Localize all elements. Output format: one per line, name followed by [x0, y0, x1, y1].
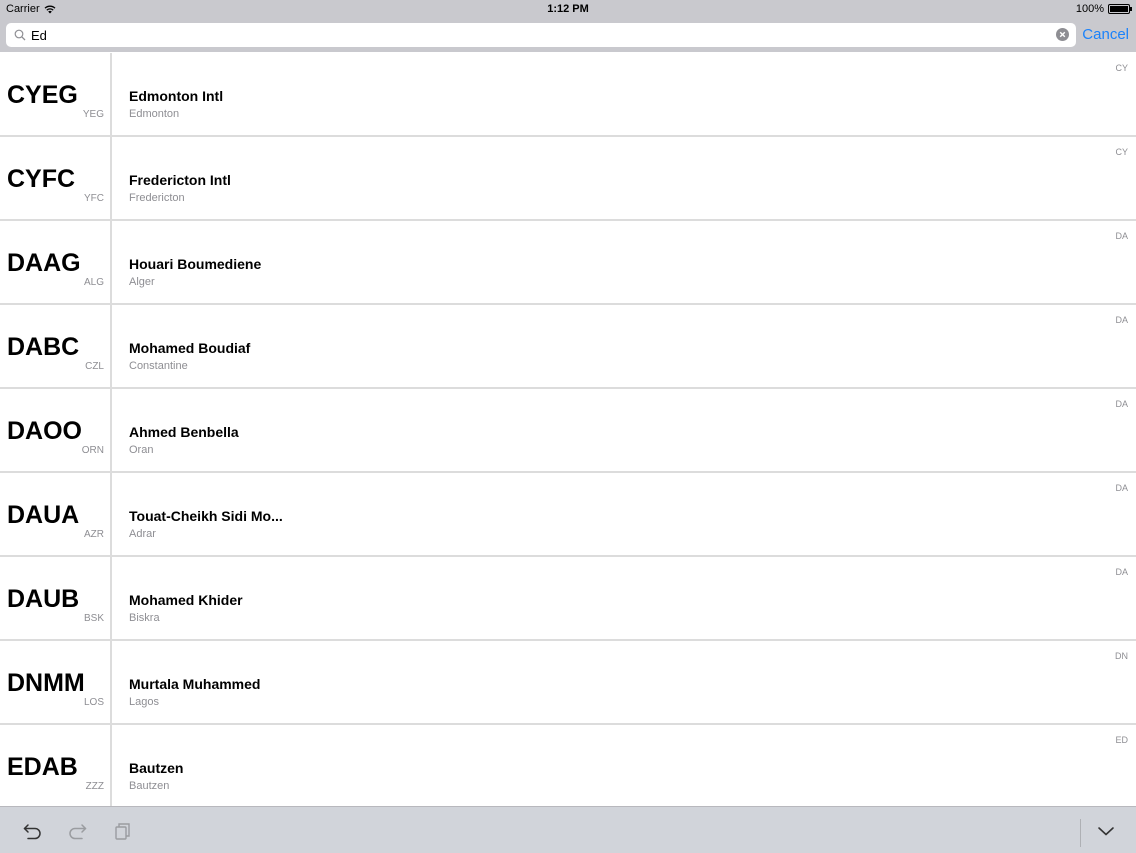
airport-city: Biskra: [129, 612, 160, 624]
airport-city: Constantine: [129, 360, 188, 372]
airport-name: Murtala Muhammed: [129, 676, 261, 692]
airport-name: Bautzen: [129, 760, 184, 776]
battery-icon: [1108, 4, 1132, 14]
airport-row[interactable]: DAAG ALG Houari Boumediene Alger DA: [0, 221, 1136, 305]
code-column: CYEG YEG: [0, 53, 112, 135]
airport-city: Alger: [129, 276, 155, 288]
icao-code: DAUB: [7, 585, 80, 613]
airport-row[interactable]: EDAB ZZZ Bautzen Bautzen ED: [0, 725, 1136, 806]
battery-percent: 100%: [1075, 3, 1104, 15]
iata-code: BSK: [83, 613, 104, 624]
region-code: DA: [1115, 483, 1128, 493]
airport-city: Edmonton: [129, 108, 180, 120]
airport-city: Fredericton: [129, 192, 185, 204]
icao-code: CYEG: [7, 81, 78, 109]
iata-code: LOS: [83, 697, 104, 708]
airport-row[interactable]: CYEG YEG Edmonton Intl Edmonton CY: [0, 53, 1136, 137]
airport-name: Edmonton Intl: [129, 88, 224, 104]
airport-results-list[interactable]: CYEG YEG Edmonton Intl Edmonton CY CYFC …: [0, 53, 1136, 806]
airport-name: Mohamed Khider: [129, 592, 243, 608]
search-icon: [14, 29, 26, 41]
airport-city: Bautzen: [129, 780, 170, 792]
status-bar: Carrier 1:12 PM 100%: [0, 0, 1136, 18]
iata-code: ZZZ: [85, 781, 104, 792]
code-column: DNMM LOS: [0, 641, 112, 723]
cancel-button[interactable]: Cancel: [1082, 26, 1129, 43]
icao-code: CYFC: [7, 165, 76, 193]
code-column: DAAG ALG: [0, 221, 112, 303]
undo-icon[interactable]: [23, 822, 43, 840]
airport-row[interactable]: CYFC YFC Fredericton Intl Fredericton CY: [0, 137, 1136, 221]
airport-name: Mohamed Boudiaf: [129, 340, 251, 356]
code-column: DAUB BSK: [0, 557, 112, 639]
icao-code: DNMM: [7, 669, 85, 697]
airport-row[interactable]: DAOO ORN Ahmed Benbella Oran DA: [0, 389, 1136, 473]
iata-code: ORN: [81, 445, 104, 456]
icao-code: DAAG: [7, 249, 81, 277]
airport-name: Fredericton Intl: [129, 172, 231, 188]
airport-row[interactable]: DNMM LOS Murtala Muhammed Lagos DN: [0, 641, 1136, 725]
code-column: DABC CZL: [0, 305, 112, 387]
code-column: EDAB ZZZ: [0, 725, 112, 806]
icao-code: DABC: [7, 333, 80, 361]
iata-code: CZL: [85, 361, 104, 372]
airport-row[interactable]: DAUB BSK Mohamed Khider Biskra DA: [0, 557, 1136, 641]
region-code: CY: [1115, 147, 1128, 157]
airport-city: Oran: [129, 444, 154, 456]
icao-code: EDAB: [7, 753, 78, 781]
iata-code: AZR: [84, 529, 104, 540]
redo-icon[interactable]: [67, 822, 87, 840]
airport-name: Houari Boumediene: [129, 256, 262, 272]
icao-code: DAUA: [7, 501, 80, 529]
dismiss-keyboard-icon[interactable]: [1096, 822, 1116, 840]
code-column: DAUA AZR: [0, 473, 112, 555]
airport-row[interactable]: DABC CZL Mohamed Boudiaf Constantine DA: [0, 305, 1136, 389]
search-field[interactable]: [6, 23, 1076, 47]
airport-city: Lagos: [129, 696, 159, 708]
search-input[interactable]: [31, 25, 1031, 45]
code-column: DAOO ORN: [0, 389, 112, 471]
battery-indicator: 100%: [1075, 3, 1132, 15]
airport-name: Touat-Cheikh Sidi Mo...: [129, 508, 283, 524]
icao-code: DAOO: [7, 417, 82, 445]
iata-code: YEG: [82, 109, 104, 120]
paste-icon[interactable]: [113, 822, 133, 840]
region-code: DN: [1115, 651, 1128, 661]
airport-city: Adrar: [129, 528, 156, 540]
search-bar: Cancel: [0, 18, 1136, 52]
region-code: DA: [1115, 399, 1128, 409]
keyboard-shortcut-bar: [0, 806, 1136, 853]
status-time: 1:12 PM: [547, 3, 589, 15]
iata-code: ALG: [83, 277, 104, 288]
airport-row[interactable]: DAUA AZR Touat-Cheikh Sidi Mo... Adrar D…: [0, 473, 1136, 557]
region-code: ED: [1115, 735, 1128, 745]
region-code: CY: [1115, 63, 1128, 73]
toolbar-divider: [1080, 819, 1081, 847]
airport-name: Ahmed Benbella: [129, 424, 239, 440]
region-code: DA: [1115, 231, 1128, 241]
code-column: CYFC YFC: [0, 137, 112, 219]
region-code: DA: [1115, 315, 1128, 325]
iata-code: YFC: [84, 193, 104, 204]
region-code: DA: [1115, 567, 1128, 577]
clear-search-icon[interactable]: [1056, 28, 1069, 41]
